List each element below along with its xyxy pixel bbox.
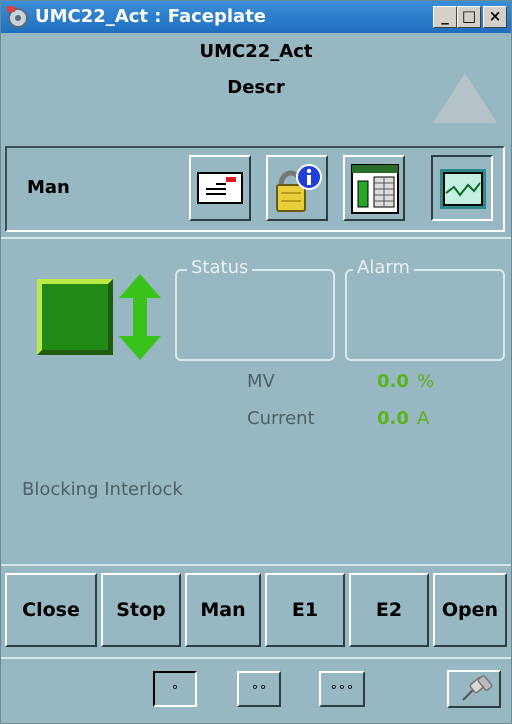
current-unit: A <box>417 408 430 429</box>
trend-chart-icon <box>440 169 486 209</box>
warning-triangle-icon <box>433 73 497 123</box>
pin-icon <box>462 675 493 701</box>
alarm-title: Alarm <box>353 257 414 279</box>
e2-command-button[interactable]: E2 <box>349 573 429 647</box>
status-groupbox <box>175 269 335 361</box>
blocking-interlock-label: Blocking Interlock <box>22 479 183 500</box>
trend-button[interactable] <box>431 155 493 221</box>
info-lock-icon <box>276 164 322 212</box>
view-large-button[interactable]: ∘∘∘ <box>319 671 365 707</box>
message-icon <box>197 172 243 204</box>
status-title: Status <box>187 257 253 279</box>
mv-label: MV <box>247 371 275 392</box>
app-icon <box>7 6 28 28</box>
window-title: UMC22_Act : Faceplate <box>35 6 267 27</box>
alarm-groupbox <box>345 269 505 361</box>
man-command-button[interactable]: Man <box>185 573 261 647</box>
e1-command-button[interactable]: E1 <box>265 573 345 647</box>
mv-value: 0.0 <box>377 371 409 392</box>
minimize-button[interactable]: _ <box>433 6 457 28</box>
up-down-arrow-icon <box>119 274 161 360</box>
tag-name: UMC22_Act <box>199 41 313 62</box>
current-value: 0.0 <box>377 408 409 429</box>
stop-command-button[interactable]: Stop <box>101 573 181 647</box>
close-button[interactable]: × <box>483 6 507 28</box>
title-bar[interactable]: UMC22_Act : Faceplate _ □ × <box>1 1 511 33</box>
pin-button[interactable] <box>447 670 501 708</box>
mv-unit: % <box>417 371 435 392</box>
view-medium-button[interactable]: ∘∘ <box>237 671 281 707</box>
current-label: Current <box>247 408 315 429</box>
message-button[interactable] <box>189 155 251 221</box>
info-lock-button[interactable] <box>266 155 328 221</box>
open-command-button[interactable]: Open <box>433 573 507 647</box>
faceplate-table-button[interactable] <box>343 155 405 221</box>
maximize-button[interactable]: □ <box>457 6 481 28</box>
close-command-button[interactable]: Close <box>5 573 97 647</box>
faceplate-window: UMC22_Act : Faceplate _ □ × UMC22_Act De… <box>0 0 512 724</box>
separator <box>1 237 511 239</box>
trend-table-icon <box>351 164 399 214</box>
separator <box>1 657 511 659</box>
mode-label: Man <box>27 177 70 198</box>
toolbar-frame <box>5 146 505 232</box>
view-small-button[interactable]: ∘ <box>153 671 197 707</box>
motor-state-indicator <box>37 279 113 355</box>
